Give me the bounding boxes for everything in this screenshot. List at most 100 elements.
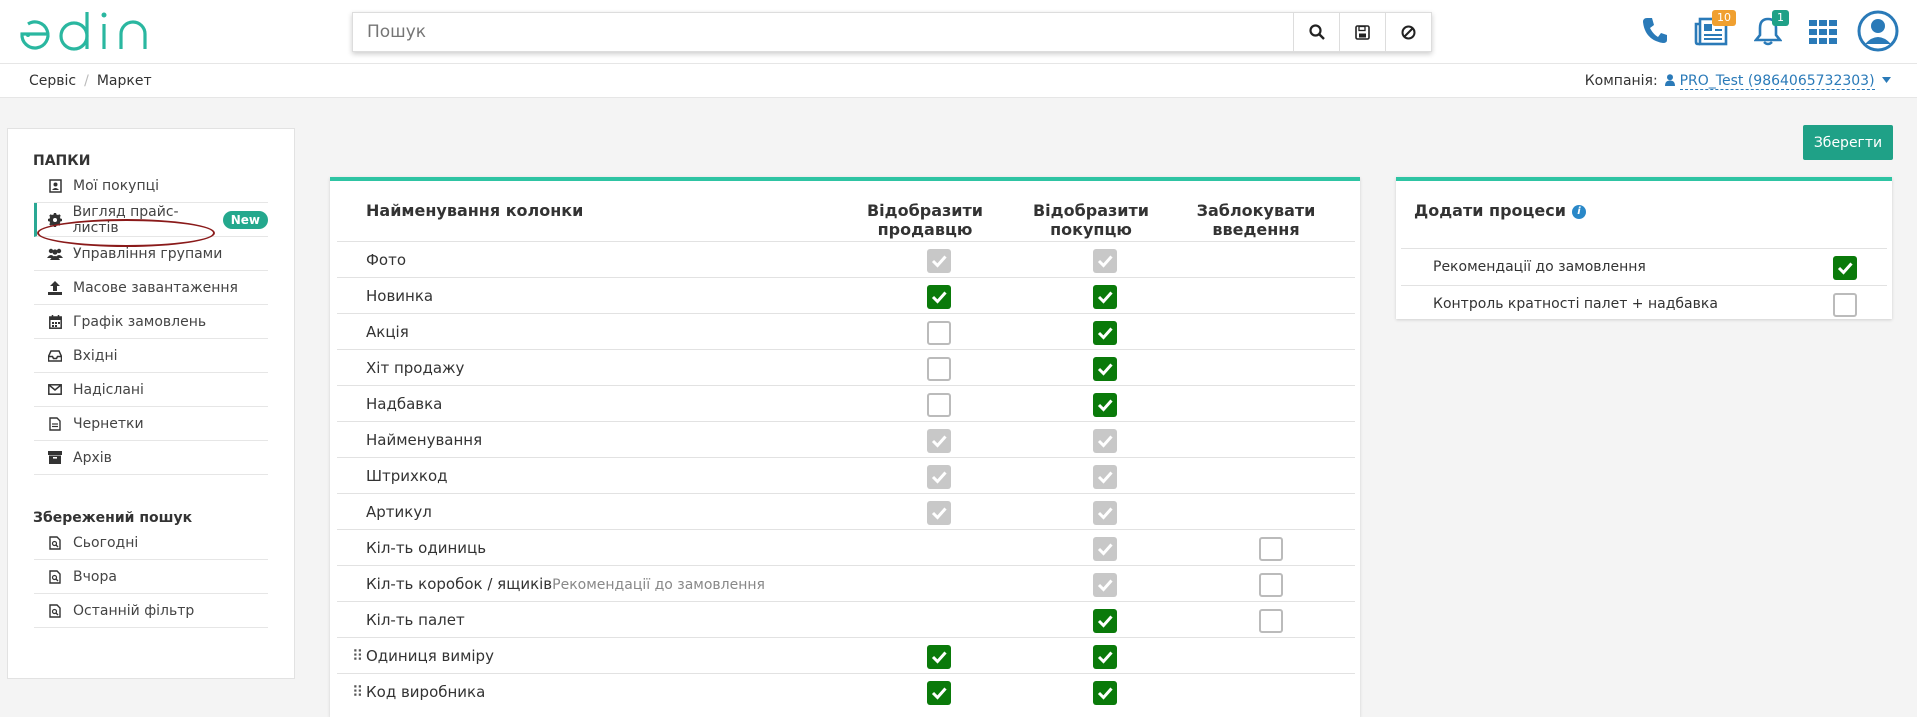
breadcrumb-item-service[interactable]: Сервіс	[29, 73, 76, 89]
row-label-text: Кіл-ть коробок / ящиків	[366, 575, 553, 593]
search-bar	[352, 12, 1432, 52]
sidebar-item-label: Графік замовлень	[73, 313, 207, 330]
table-row: Штрихкод	[337, 457, 1355, 493]
row-label: Штрихкод	[366, 467, 448, 485]
buyer-checkbox	[1093, 429, 1117, 453]
table-row: Хіт продажу	[337, 349, 1355, 385]
seller-checkbox[interactable]	[927, 357, 951, 381]
save-button[interactable]: Зберегти	[1803, 125, 1893, 160]
process-row: Рекомендації до замовлення	[1401, 248, 1887, 285]
header-show-seller: Відобразити продавцю	[850, 201, 1000, 239]
sidebar-item-drafts[interactable]: Чернетки	[34, 407, 268, 441]
lock-checkbox[interactable]	[1259, 537, 1283, 561]
buyer-checkbox[interactable]	[1093, 285, 1117, 309]
sidebar-item-label: Масове завантаження	[73, 279, 238, 296]
header-line: введення	[1212, 220, 1300, 239]
breadcrumb-item-market[interactable]: Маркет	[97, 73, 152, 89]
row-label: ⠿ Одиниця виміру	[352, 647, 494, 665]
sidebar-item-label: Вхідні	[73, 347, 118, 364]
seller-checkbox	[927, 501, 951, 525]
folders-title: ПАПКИ	[33, 153, 91, 169]
drag-handle-icon[interactable]: ⠿	[352, 683, 363, 701]
header-line: Відобразити	[866, 201, 983, 220]
sidebar-item-order-schedule[interactable]: Графік замовлень	[34, 305, 268, 339]
row-label: Кіл-ть палет	[366, 611, 465, 629]
phone-icon[interactable]	[1642, 16, 1668, 48]
processes-title-text: Додати процеси	[1414, 201, 1566, 220]
table-row: Фото	[337, 241, 1355, 277]
sidebar-item-today[interactable]: Сьогодні	[34, 526, 268, 560]
envelope-icon	[47, 382, 63, 398]
info-icon[interactable]: i	[1571, 205, 1586, 219]
sidebar-item-yesterday[interactable]: Вчора	[34, 560, 268, 594]
buyer-checkbox	[1093, 501, 1117, 525]
seller-checkbox[interactable]	[927, 285, 951, 309]
table-row: Найменування	[337, 421, 1355, 457]
sidebar-item-label: Чернетки	[73, 415, 144, 432]
drag-handle-icon[interactable]: ⠿	[352, 647, 363, 665]
table-row: Кіл-ть палет	[337, 601, 1355, 637]
sidebar-item-label: Останній фільтр	[73, 602, 195, 619]
row-label-text: Одиниця виміру	[366, 647, 494, 665]
sidebar-item-label: Архів	[73, 449, 112, 466]
row-label: ⠿ Код виробника	[352, 683, 485, 701]
row-label: Артикул	[366, 503, 432, 521]
seller-checkbox[interactable]	[927, 321, 951, 345]
header-lock-input: Заблокувати введення	[1181, 201, 1331, 239]
apps-grid-icon[interactable]	[1809, 20, 1837, 48]
process-checkbox[interactable]	[1833, 293, 1857, 317]
upload-icon	[47, 280, 63, 296]
row-label: Фото	[366, 251, 406, 269]
search-input[interactable]	[353, 13, 1293, 51]
process-label: Контроль кратності палет + надбавка	[1433, 296, 1718, 312]
sidebar-item-sent[interactable]: Надіслані	[34, 373, 268, 407]
seller-checkbox[interactable]	[927, 681, 951, 705]
calendar-icon	[47, 314, 63, 330]
edin-logo[interactable]	[18, 8, 160, 56]
sidebar-item-archive[interactable]: Архів	[34, 441, 268, 475]
table-row: Артикул	[337, 493, 1355, 529]
lock-checkbox[interactable]	[1259, 573, 1283, 597]
row-label-text: Надбавка	[366, 395, 443, 413]
lock-checkbox[interactable]	[1259, 609, 1283, 633]
row-label: Кіл-ть одиниць	[366, 539, 486, 557]
row-label: Новинка	[366, 287, 433, 305]
sidebar-item-last-filter[interactable]: Останній фільтр	[34, 594, 268, 628]
sidebar-item-label: Надіслані	[73, 381, 144, 398]
seller-checkbox	[927, 429, 951, 453]
row-label-text: Фото	[366, 251, 407, 269]
row-extra-text: Рекомендації до замовлення	[552, 577, 765, 593]
search-button[interactable]	[1293, 13, 1339, 51]
buyer-checkbox[interactable]	[1093, 681, 1117, 705]
sidebar-item-mass-upload[interactable]: Масове завантаження	[34, 271, 268, 305]
user-avatar-icon[interactable]	[1857, 10, 1899, 56]
seller-checkbox[interactable]	[927, 645, 951, 669]
seller-checkbox	[927, 465, 951, 489]
table-row: Надбавка	[337, 385, 1355, 421]
buyer-checkbox	[1093, 537, 1117, 561]
process-checkbox[interactable]	[1833, 256, 1857, 280]
sidebar-item-inbox[interactable]: Вхідні	[34, 339, 268, 373]
row-label-text: Кіл-ть одиниць	[366, 539, 487, 557]
buyer-checkbox[interactable]	[1093, 357, 1117, 381]
row-label-text: Новинка	[366, 287, 434, 305]
buyer-checkbox[interactable]	[1093, 393, 1117, 417]
table-row: Кіл-ть коробок / ящиківРекомендації до з…	[337, 565, 1355, 601]
buyer-checkbox[interactable]	[1093, 609, 1117, 633]
sidebar: ПАПКИ Мої покупці Вигляд прайс-листів Ne…	[7, 128, 295, 679]
header-column-name: Найменування колонки	[366, 201, 584, 220]
row-label-text: Хіт продажу	[366, 359, 465, 377]
clear-search-button[interactable]	[1385, 13, 1431, 51]
sidebar-item-label: Вчора	[73, 568, 117, 585]
buyer-checkbox[interactable]	[1093, 645, 1117, 669]
caret-down-icon[interactable]	[1882, 77, 1891, 83]
breadcrumb-separator: /	[84, 73, 89, 89]
buyer-checkbox[interactable]	[1093, 321, 1117, 345]
save-search-button[interactable]	[1339, 13, 1385, 51]
users-icon	[47, 246, 63, 262]
seller-checkbox[interactable]	[927, 393, 951, 417]
sidebar-item-my-buyers[interactable]: Мої покупці	[34, 169, 268, 203]
row-label-text: Артикул	[366, 503, 432, 521]
column-settings-table: Найменування колонки Відобразити продавц…	[330, 177, 1360, 717]
company-value[interactable]: PRO_Test (9864065732303)	[1679, 73, 1875, 90]
